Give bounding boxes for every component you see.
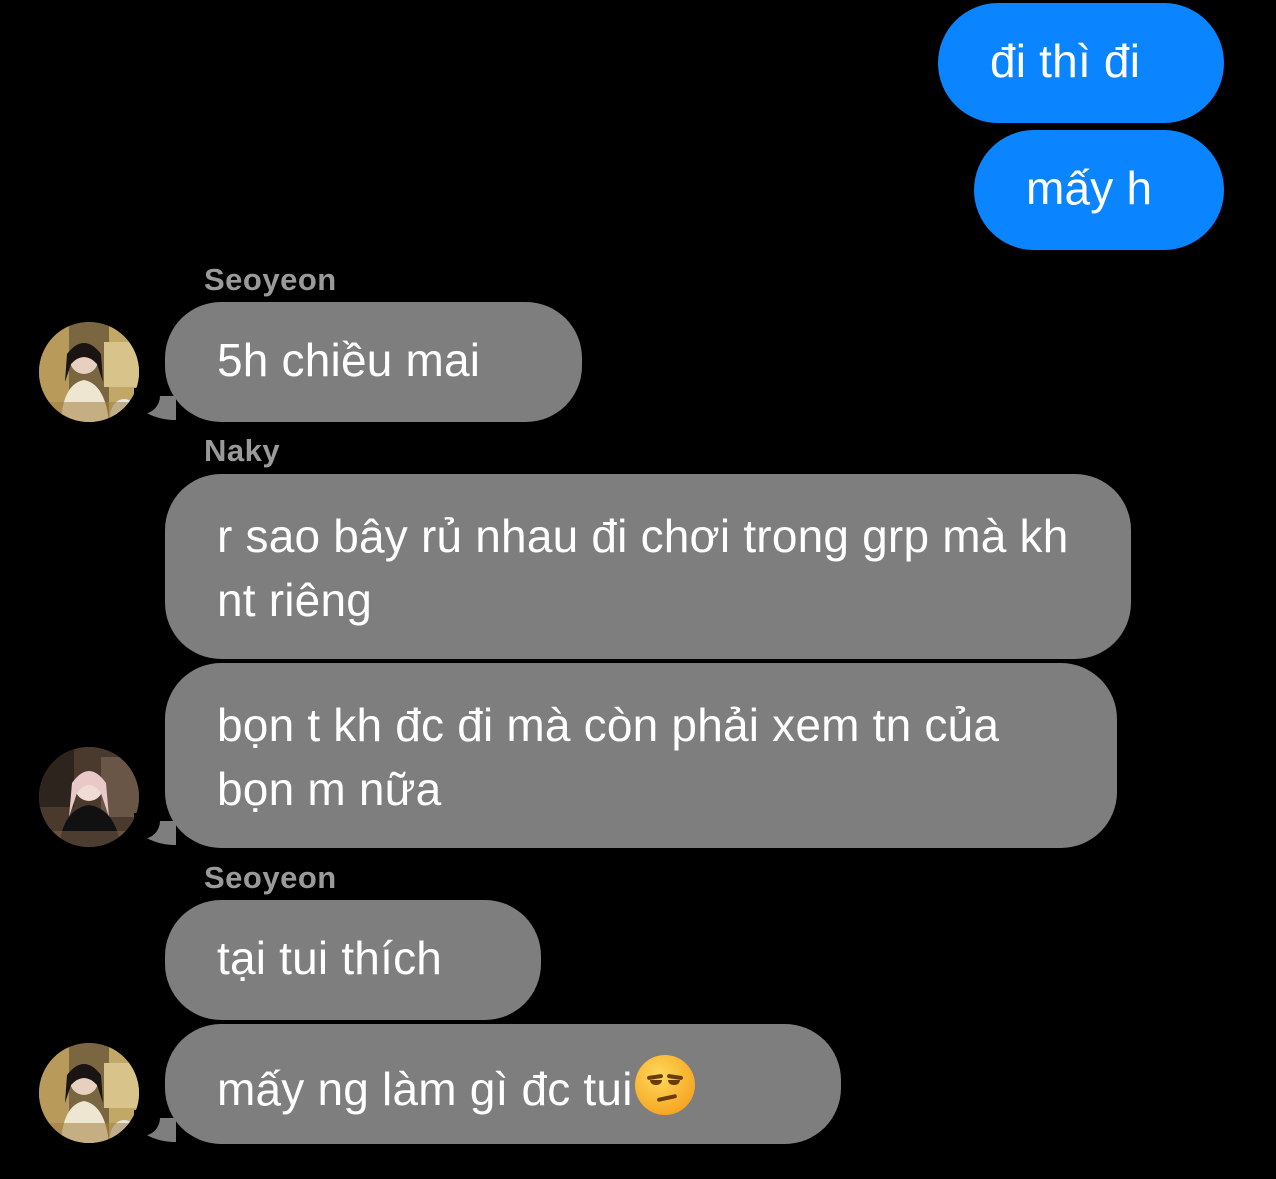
incoming-message[interactable]: tại tui thích [165, 900, 541, 1020]
sender-name: Seoyeon [204, 262, 337, 297]
message-text: tại tui thích [217, 932, 443, 984]
incoming-message[interactable]: r sao bây rủ nhau đi chơi trong grp mà k… [165, 474, 1131, 659]
chat-thread: đi thì đi mấy h Seoyeon 5h chiều mai Nak… [0, 0, 1276, 1179]
avatar[interactable] [39, 1043, 139, 1143]
unamused-face-icon [634, 1055, 695, 1115]
incoming-message[interactable]: 5h chiều mai [165, 302, 582, 422]
message-text: 5h chiều mai [217, 334, 481, 386]
message-text: r sao bây rủ nhau đi chơi trong grp mà k… [217, 510, 1069, 626]
avatar[interactable] [39, 747, 139, 847]
outgoing-message[interactable]: đi thì đi [938, 3, 1224, 123]
message-text: bọn t kh đc đi mà còn phải xem tn của bọ… [217, 699, 1000, 815]
message-text: mấy ng làm gì đc tui [217, 1063, 633, 1115]
sender-name: Seoyeon [204, 860, 337, 895]
avatar-photo-icon [39, 1043, 139, 1143]
avatar-photo-icon [39, 322, 139, 422]
incoming-message[interactable]: bọn t kh đc đi mà còn phải xem tn của bọ… [165, 663, 1117, 848]
avatar-photo-icon [39, 747, 139, 847]
incoming-message[interactable]: mấy ng làm gì đc tui [165, 1024, 841, 1144]
message-text: mấy h [1026, 162, 1153, 214]
message-text: đi thì đi [990, 35, 1141, 87]
avatar[interactable] [39, 322, 139, 422]
sender-name: Naky [204, 433, 281, 468]
outgoing-message[interactable]: mấy h [974, 130, 1224, 250]
